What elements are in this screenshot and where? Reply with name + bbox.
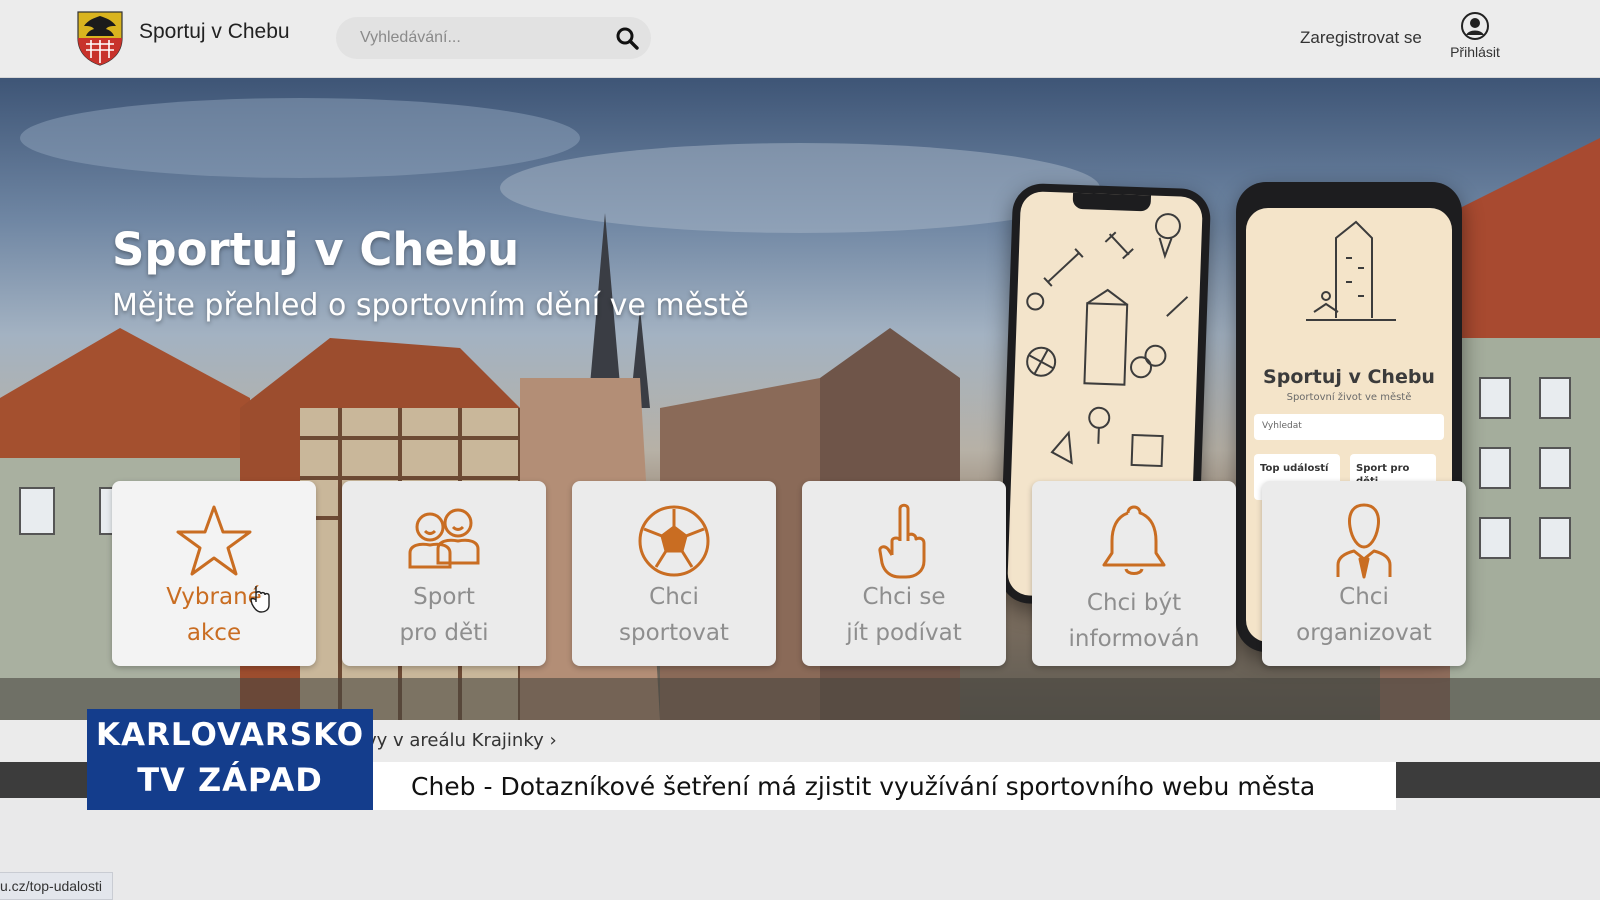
tv-logo-line2: TV ZÁPAD (137, 761, 323, 799)
person-tie-icon (1336, 503, 1392, 579)
tile-label: Vybrané akce (166, 584, 262, 646)
tile-label: Sport pro děti (399, 584, 489, 646)
news-ticker: Cheb - Dotazníkové šetření má zjistit vy… (373, 762, 1396, 810)
hero-title: Sportuj v Chebu (112, 223, 520, 276)
tv-channel-logo: KARLOVARSKO TV ZÁPAD (87, 709, 373, 810)
hero-subtitle: Mějte přehled o sportovním dění ve městě (112, 288, 749, 323)
status-bar-url: u.cz/top-udalosti (0, 872, 113, 900)
login-label: Přihlásit (1450, 44, 1500, 60)
bell-icon (1102, 505, 1166, 575)
news-link[interactable]: vy v areálu Krajinky › (366, 730, 557, 751)
tile-want-to-play[interactable]: Chci sportovat (572, 481, 776, 666)
tile-want-to-be-informed[interactable]: Chci být informován (1032, 481, 1236, 666)
star-icon (176, 505, 252, 576)
mouse-cursor-icon (250, 586, 270, 613)
site-title[interactable]: Sportuj v Chebu (139, 20, 290, 44)
phone-search-field: Vyhledat (1254, 414, 1444, 440)
tv-logo-line1: KARLOVARSKO (95, 717, 365, 753)
kids-icon (408, 508, 480, 569)
pointing-hand-icon (878, 503, 926, 579)
login-button[interactable]: Přihlásit (1440, 12, 1510, 60)
phone-app-subtitle: Sportovní život ve městě (1286, 392, 1412, 403)
search-icon[interactable] (615, 26, 639, 50)
register-link[interactable]: Zaregistrovat se (1300, 28, 1422, 48)
user-icon (1461, 12, 1489, 40)
tile-label: Chci být informován (1068, 590, 1200, 652)
tile-want-to-watch[interactable]: Chci se jít podívat (802, 481, 1006, 666)
cheb-tower-illustration (1306, 220, 1396, 321)
tile-label: Chci organizovat (1296, 584, 1432, 646)
site-header: Sportuj v Chebu Zaregistrovat se Přihlás… (0, 0, 1600, 78)
tile-label: Chci se jít podívat (846, 584, 962, 646)
search-bar (336, 17, 651, 59)
tile-sport-for-kids[interactable]: Sport pro děti (342, 481, 546, 666)
city-crest-logo[interactable] (74, 8, 126, 66)
tile-selected-events[interactable]: Vybrané akce (112, 481, 316, 666)
phone-app-title: Sportuj v Chebu (1263, 366, 1435, 388)
ticker-text: Cheb - Dotazníkové šetření má zjistit vy… (411, 772, 1316, 801)
soccer-ball-icon (638, 505, 710, 577)
chevron-right-icon: › (549, 730, 557, 751)
tile-want-to-organize[interactable]: Chci organizovat (1262, 481, 1466, 666)
tile-label: Chci sportovat (619, 584, 729, 646)
search-input[interactable] (358, 28, 602, 48)
